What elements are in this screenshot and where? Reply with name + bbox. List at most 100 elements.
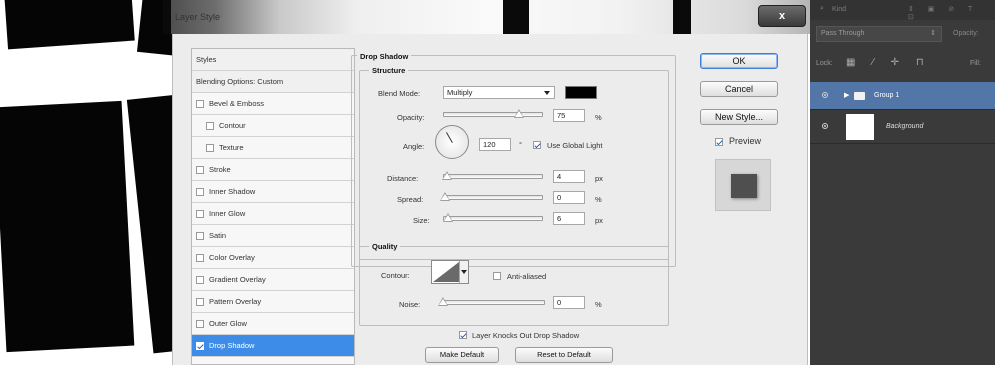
layer-name: Background (886, 123, 924, 130)
blend-row: Pass Through ⇕ Opacity: (810, 26, 995, 46)
checkbox[interactable] (196, 231, 204, 240)
style-item-drop-shadow[interactable]: Drop Shadow (192, 335, 354, 357)
dialog-title-bar[interactable]: Layer Style (163, 0, 810, 34)
layer-style-dialog: Styles Blending Options: Custom Bevel & … (172, 34, 808, 365)
style-item-label: Pattern Overlay (209, 297, 262, 306)
preview-square (731, 174, 757, 198)
layer-blend-mode-value: Pass Through (821, 30, 865, 37)
noise-label: Noise: (399, 300, 421, 309)
style-item-stroke[interactable]: Stroke (192, 159, 354, 181)
style-item-contour[interactable]: Contour (192, 115, 354, 137)
opacity-unit: % (595, 113, 602, 122)
chevron-down-icon (461, 270, 467, 274)
style-item-satin[interactable]: Satin (192, 225, 354, 247)
style-item-label: Color Overlay (209, 253, 255, 262)
checkbox[interactable] (196, 341, 204, 350)
layer-opacity-label: Opacity: (953, 30, 979, 37)
style-item-label: Inner Shadow (209, 187, 256, 196)
layer-row-group-1[interactable]: ▶ Group 1 (810, 82, 995, 110)
style-item-inner-glow[interactable]: Inner Glow (192, 203, 354, 225)
size-slider[interactable] (443, 213, 543, 222)
spread-slider[interactable] (440, 192, 543, 201)
title-bar-shadow (673, 0, 691, 34)
anti-aliased-checkbox[interactable] (493, 272, 501, 280)
visibility-eye-icon[interactable] (822, 123, 828, 129)
size-input[interactable]: 6 (553, 212, 585, 225)
size-unit: px (595, 216, 603, 225)
blend-mode-label: Blend Mode: (378, 89, 421, 98)
search-icon[interactable]: ⌕ (820, 5, 824, 13)
checkbox[interactable] (196, 297, 204, 306)
distance-input[interactable]: 4 (553, 170, 585, 183)
layer-name: Group 1 (874, 92, 900, 99)
layer-knocks-checkbox[interactable] (459, 331, 467, 339)
preview-label: Preview (729, 136, 762, 146)
checkbox[interactable] (196, 99, 204, 108)
folder-icon (854, 92, 865, 100)
opacity-input[interactable]: 75 (553, 109, 585, 122)
use-global-light-checkbox[interactable] (533, 141, 541, 149)
contour-dropdown-arrow[interactable] (459, 261, 468, 283)
checkbox[interactable] (196, 209, 204, 218)
angle-input[interactable]: 120 (479, 138, 511, 151)
spread-slider-thumb[interactable] (440, 192, 450, 201)
spread-input[interactable]: 0 (553, 191, 585, 204)
contour-picker[interactable] (431, 260, 469, 284)
drop-shadow-title: Drop Shadow (357, 52, 412, 61)
blend-mode-select[interactable]: Multiply (443, 86, 555, 99)
distance-slider[interactable] (442, 171, 543, 180)
noise-slider[interactable] (438, 297, 545, 306)
canvas-shape (4, 0, 135, 50)
checkbox[interactable] (196, 187, 204, 196)
checkbox[interactable] (196, 253, 204, 262)
kind-label[interactable]: Kind (832, 6, 846, 13)
expand-triangle-icon[interactable]: ▶ (844, 91, 849, 99)
dialog-title: Layer Style (175, 12, 221, 22)
angle-needle (446, 132, 453, 143)
spread-unit: % (595, 195, 602, 204)
distance-slider-thumb[interactable] (442, 171, 452, 180)
layer-thumbnail (846, 114, 874, 140)
style-item-texture[interactable]: Texture (192, 137, 354, 159)
style-item-inner-shadow[interactable]: Inner Shadow (192, 181, 354, 203)
style-item-label: Contour (219, 121, 246, 130)
opacity-slider[interactable] (443, 109, 543, 118)
noise-unit: % (595, 300, 602, 309)
style-item-pattern-overlay[interactable]: Pattern Overlay (192, 291, 354, 313)
new-style-button[interactable]: New Style... (700, 109, 778, 125)
style-item-gradient-overlay[interactable]: Gradient Overlay (192, 269, 354, 291)
visibility-eye-icon[interactable] (822, 92, 828, 98)
anti-aliased-label: Anti-aliased (507, 272, 547, 281)
preview-checkbox[interactable] (715, 138, 723, 146)
opacity-slider-thumb[interactable] (514, 109, 524, 118)
ok-button[interactable]: OK (700, 53, 778, 69)
reset-to-default-button[interactable]: Reset to Default (515, 347, 613, 363)
contour-label: Contour: (381, 271, 410, 280)
style-item-label: Inner Glow (209, 209, 246, 218)
close-button[interactable]: x (758, 5, 806, 27)
blending-options-item[interactable]: Blending Options: Custom (192, 71, 354, 93)
checkbox[interactable] (196, 319, 204, 328)
noise-input[interactable]: 0 (553, 296, 585, 309)
size-slider-thumb[interactable] (443, 213, 453, 222)
noise-slider-thumb[interactable] (438, 297, 448, 306)
style-item-bevel-emboss[interactable]: Bevel & Emboss (192, 93, 354, 115)
checkbox[interactable] (206, 143, 214, 152)
shadow-color-swatch[interactable] (565, 86, 597, 99)
lock-icons[interactable]: ▦ ⁄ ✛ ⊓ (846, 57, 931, 68)
filter-icons[interactable]: ⇕ ▣ ⊘ T ⊡ (908, 5, 995, 21)
style-item-label: Satin (209, 231, 227, 240)
chevron-down-icon (544, 91, 550, 95)
checkbox[interactable] (196, 275, 204, 284)
cancel-button[interactable]: Cancel (700, 81, 778, 97)
angle-dial[interactable] (435, 125, 469, 159)
checkbox[interactable] (206, 121, 214, 130)
style-item-outer-glow[interactable]: Outer Glow (192, 313, 354, 335)
layer-row-background[interactable]: Background (810, 110, 995, 144)
angle-label: Angle: (403, 142, 425, 151)
layer-blend-mode-select[interactable]: Pass Through ⇕ (816, 26, 942, 42)
checkbox[interactable] (196, 165, 204, 174)
styles-header[interactable]: Styles (192, 49, 354, 71)
make-default-button[interactable]: Make Default (425, 347, 499, 363)
style-item-color-overlay[interactable]: Color Overlay (192, 247, 354, 269)
